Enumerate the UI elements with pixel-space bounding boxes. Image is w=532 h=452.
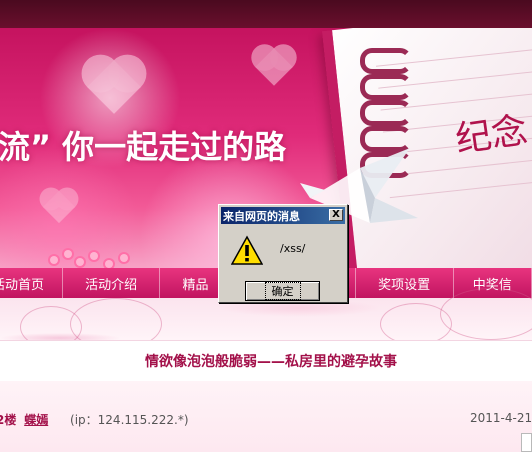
nav-item-home[interactable]: 活动首页: [0, 268, 63, 298]
post-floor: 2楼: [0, 413, 17, 427]
floral-divider: [0, 288, 532, 350]
heart-decoration: [87, 60, 141, 114]
post-date: 2011-4-21: [470, 411, 532, 425]
browser-page: 纪念 流” 你一起走过的路 活动首页 活动介绍 精品 奖项设置 中奖信: [0, 0, 532, 452]
ok-button-label: 确定: [264, 282, 301, 300]
heart-decoration: [42, 190, 76, 224]
dialog-close-button[interactable]: X: [329, 209, 343, 221]
reply-box-corner[interactable]: [521, 433, 532, 452]
ok-button[interactable]: 确定: [245, 281, 320, 301]
post-meta: 2楼 蝶嫣 (ip：124.115.222.*): [0, 411, 189, 428]
dialog-titlebar[interactable]: 来自网页的消息 X: [221, 207, 345, 224]
post-author-link[interactable]: 蝶嫣: [24, 413, 48, 427]
banner-script-text: 纪念: [452, 110, 531, 161]
warning-icon: [231, 235, 263, 265]
heart-decoration: [255, 48, 293, 86]
dialog-title: 来自网页的消息: [223, 209, 300, 223]
top-strip: [0, 0, 532, 28]
flower-decoration: [50, 250, 170, 268]
banner-slogan: 流” 你一起走过的路: [0, 128, 287, 166]
nav-item-intro[interactable]: 活动介绍: [63, 268, 161, 298]
post-title-bar: 情欲像泡泡般脆弱——私房里的避孕故事: [0, 340, 532, 382]
alert-dialog: 来自网页的消息 X /xss/ 确定: [218, 204, 348, 303]
post-row: 2楼 蝶嫣 (ip：124.115.222.*) 2011-4-21: [0, 381, 532, 452]
post-title: 情欲像泡泡般脆弱——私房里的避孕故事: [145, 354, 397, 370]
post-ip: (ip：124.115.222.*): [70, 413, 189, 427]
dialog-message: /xss/: [280, 242, 306, 255]
nav-item-prizes[interactable]: 奖项设置: [356, 268, 454, 298]
